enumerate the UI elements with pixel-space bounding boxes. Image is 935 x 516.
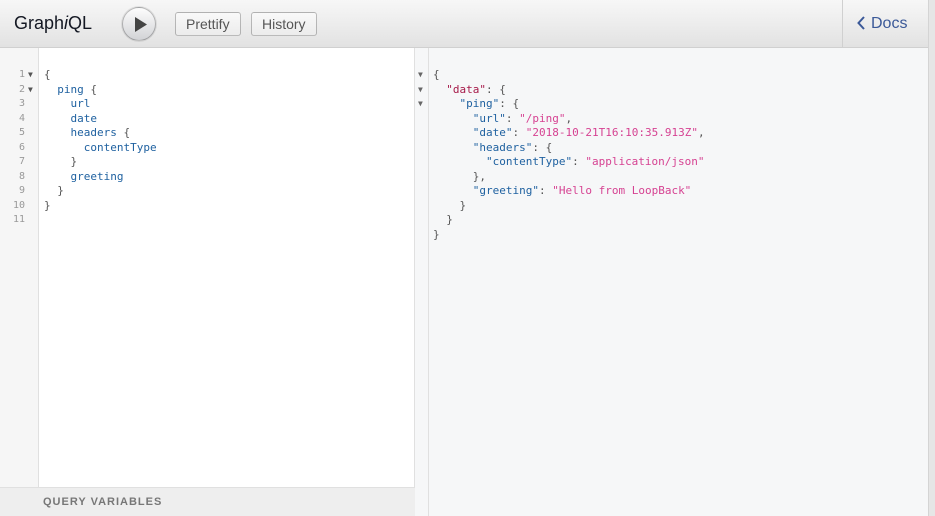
line-number: 7 (18, 156, 25, 167)
line-number: 2 (18, 83, 25, 95)
line-number: 3 (18, 98, 25, 109)
result-code-text: } (433, 198, 467, 212)
query-code-text: contentType (83, 140, 157, 154)
result-code-text: "url": "/ping", (472, 111, 573, 125)
docs-button[interactable]: Docs (857, 15, 907, 33)
line-number: 4 (18, 112, 25, 124)
result-code-text: } (433, 227, 440, 241)
query-code-text: } (57, 184, 64, 197)
app-title: GraphiQL (14, 13, 93, 33)
history-button[interactable]: History (251, 12, 317, 36)
query-code-text: { (44, 68, 51, 81)
result-code-text: } (433, 213, 453, 226)
play-icon (135, 17, 147, 32)
line-number: 11 (12, 214, 25, 225)
result-code-text: "date": "2018-10-21T16:10:35.913Z", (472, 126, 705, 139)
query-code-text: url (70, 97, 91, 110)
execute-query-button[interactable] (122, 7, 156, 41)
query-editor[interactable]: 1 ▼ {2 ▼ ping { 3 url 4 date 5 headers { 6 cont… (0, 48, 415, 516)
query-code-text: } (70, 155, 78, 168)
result-code-text: "data": { (446, 82, 506, 96)
result-code-text: "greeting": "Hello from LoopBack" (472, 184, 692, 197)
query-code-text: headers { (70, 126, 131, 139)
window-scrollbar[interactable] (928, 0, 935, 516)
line-number: 9 (18, 185, 25, 196)
line-number: 1 (18, 69, 25, 80)
fold-arrow-icon[interactable]: ▼ (28, 83, 33, 98)
line-number: 10 (12, 199, 25, 211)
chevron-left-icon (857, 16, 865, 30)
query-code-text: } (44, 198, 51, 212)
query-code-text: date (70, 111, 98, 125)
query-code-text: greeting (70, 169, 124, 183)
result-code-text: "ping": { (459, 97, 520, 110)
result-code-text: { (433, 68, 440, 81)
fold-arrow-icon[interactable]: ▼ (418, 97, 423, 112)
result-code-text: "headers": { (472, 140, 553, 154)
result-gutter (415, 48, 429, 516)
toolbar: GraphiQL Prettify History (0, 0, 842, 48)
line-number: 6 (18, 141, 25, 153)
docs-bar: Docs (842, 0, 928, 48)
query-code-text: ping { (57, 82, 97, 96)
line-number: 5 (18, 127, 25, 138)
prettify-button[interactable]: Prettify (175, 12, 241, 36)
fold-arrow-icon[interactable]: ▼ (418, 68, 423, 83)
result-code-text: }, (433, 169, 486, 183)
fold-arrow-icon[interactable]: ▼ (418, 83, 423, 98)
query-variables-toggle[interactable]: QUERY VARIABLES (0, 487, 415, 516)
line-number: 8 (18, 170, 25, 182)
result-viewer: ▼ { ▼ "data": { ▼ "ping": { "url": "/ping",… (415, 48, 928, 516)
fold-arrow-icon[interactable]: ▼ (28, 68, 33, 83)
result-code-text: "contentType": "application/json" (485, 155, 705, 168)
